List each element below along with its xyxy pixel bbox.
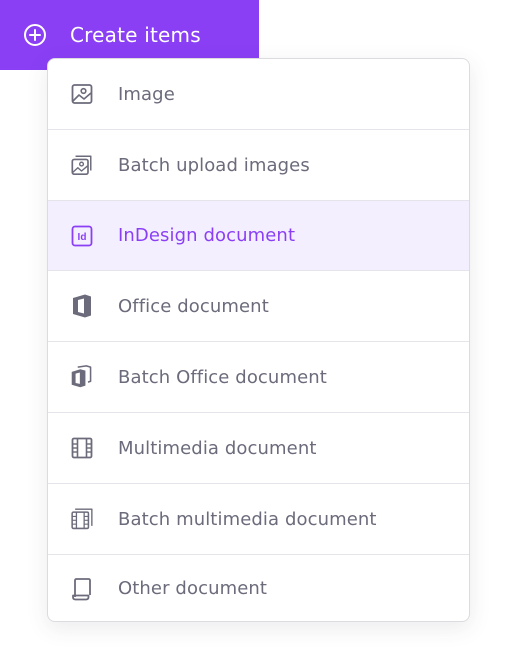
menu-item-indesign-document[interactable]: Id InDesign document bbox=[48, 201, 469, 270]
create-items-label: Create items bbox=[70, 23, 201, 47]
image-icon bbox=[70, 81, 94, 107]
menu-item-label: Office document bbox=[118, 295, 269, 317]
menu-item-label: Batch Office document bbox=[118, 366, 327, 388]
menu-item-other-document[interactable]: Other document bbox=[48, 555, 469, 621]
menu-item-batch-office-document[interactable]: Batch Office document bbox=[48, 342, 469, 412]
menu-item-batch-upload-images[interactable]: Batch upload images bbox=[48, 130, 469, 200]
menu-item-label: Batch upload images bbox=[118, 154, 310, 176]
menu-item-label: Multimedia document bbox=[118, 437, 317, 459]
office-stack-icon bbox=[70, 364, 94, 390]
menu-item-label: Batch multimedia document bbox=[118, 508, 377, 530]
menu-item-label: InDesign document bbox=[118, 225, 296, 246]
menu-item-label: Other document bbox=[118, 578, 268, 599]
menu-item-label: Image bbox=[118, 83, 175, 105]
indesign-icon: Id bbox=[70, 223, 94, 249]
images-stack-icon bbox=[70, 152, 94, 178]
menu-item-office-document[interactable]: Office document bbox=[48, 271, 469, 341]
film-icon bbox=[70, 435, 94, 461]
svg-text:Id: Id bbox=[78, 232, 87, 243]
create-items-menu: Image Batch upload images Id InDesign do… bbox=[47, 58, 470, 622]
document-icon bbox=[70, 576, 94, 602]
menu-item-batch-multimedia-document[interactable]: Batch multimedia document bbox=[48, 484, 469, 554]
office-icon bbox=[70, 293, 94, 319]
menu-item-image[interactable]: Image bbox=[48, 59, 469, 129]
plus-circle-icon bbox=[22, 22, 48, 48]
menu-item-multimedia-document[interactable]: Multimedia document bbox=[48, 413, 469, 483]
film-stack-icon bbox=[70, 506, 94, 532]
create-items-dropdown: Create items Image Batch upload images I… bbox=[0, 0, 518, 670]
